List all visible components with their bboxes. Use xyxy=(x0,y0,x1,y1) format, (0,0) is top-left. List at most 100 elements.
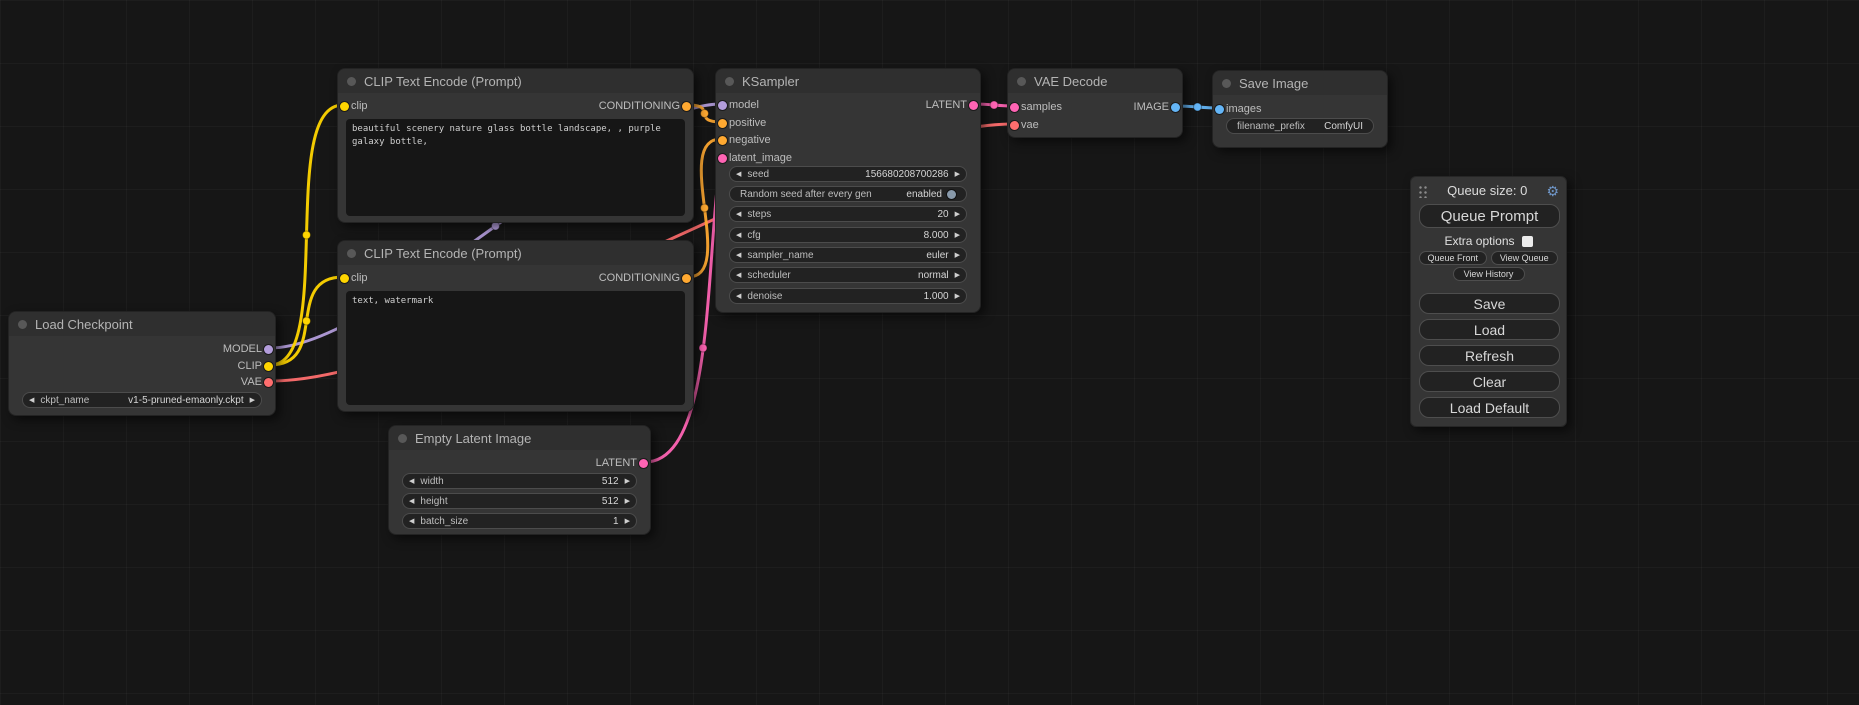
ckpt-name-widget[interactable]: ◀ ckpt_name v1-5-pruned-emaonly.ckpt ▶ xyxy=(22,392,262,408)
input-slot-images-label: images xyxy=(1226,101,1261,117)
scheduler-widget[interactable]: ◀ scheduler normal ▶ xyxy=(729,267,967,283)
next-value-arrow-icon[interactable]: ▶ xyxy=(955,252,960,259)
latent-output-port[interactable] xyxy=(639,459,648,468)
positive-input-port[interactable] xyxy=(718,119,727,128)
clip-input-port[interactable] xyxy=(340,102,349,111)
toggle-indicator-icon[interactable] xyxy=(947,190,956,199)
model-output-port[interactable] xyxy=(264,345,273,354)
vae-input-port[interactable] xyxy=(1010,121,1019,130)
steps-widget[interactable]: ◀ steps 20 ▶ xyxy=(729,206,967,222)
negative-input-port[interactable] xyxy=(718,136,727,145)
node-title-bar[interactable]: Load Checkpoint xyxy=(9,312,275,336)
output-slot-clip-label: CLIP xyxy=(238,358,262,374)
node-ksampler[interactable]: KSampler model positive negative latent_… xyxy=(715,68,981,313)
next-value-arrow-icon[interactable]: ▶ xyxy=(250,397,255,404)
load-button[interactable]: Load xyxy=(1419,319,1560,340)
increment-arrow-icon[interactable]: ▶ xyxy=(955,232,960,239)
load-default-button[interactable]: Load Default xyxy=(1419,397,1560,418)
settings-gear-icon[interactable]: ⚙ xyxy=(1546,184,1559,198)
link-midpoint-dot xyxy=(701,204,709,212)
decrement-arrow-icon[interactable]: ◀ xyxy=(409,518,414,525)
queue-prompt-button[interactable]: Queue Prompt xyxy=(1419,204,1560,228)
decrement-arrow-icon[interactable]: ◀ xyxy=(409,478,414,485)
prev-value-arrow-icon[interactable]: ◀ xyxy=(736,252,741,259)
decrement-arrow-icon[interactable]: ◀ xyxy=(736,232,741,239)
node-title-bar[interactable]: Save Image xyxy=(1213,71,1387,95)
images-input-port[interactable] xyxy=(1215,105,1224,114)
link-midpoint-dot xyxy=(699,344,707,352)
node-title-bar[interactable]: Empty Latent Image xyxy=(389,426,650,450)
node-title-bar[interactable]: KSampler xyxy=(716,69,980,93)
node-vae-decode[interactable]: VAE Decode samples vae IMAGE xyxy=(1007,68,1183,138)
queue-front-button[interactable]: Queue Front xyxy=(1419,251,1487,265)
sampler-name-widget[interactable]: ◀ sampler_name euler ▶ xyxy=(729,247,967,263)
collapse-dot-icon[interactable] xyxy=(725,77,734,86)
collapse-dot-icon[interactable] xyxy=(398,434,407,443)
batch-size-widget[interactable]: ◀ batch_size 1 ▶ xyxy=(402,513,637,529)
height-widget[interactable]: ◀ height 512 ▶ xyxy=(402,493,637,509)
extra-options-checkbox[interactable] xyxy=(1522,236,1533,247)
input-slot-samples-label: samples xyxy=(1021,99,1062,115)
model-input-port[interactable] xyxy=(718,101,727,110)
input-slot-model-label: model xyxy=(729,97,759,113)
denoise-widget[interactable]: ◀ denoise 1.000 ▶ xyxy=(729,288,967,304)
input-slot-latent-image-label: latent_image xyxy=(729,150,792,166)
increment-arrow-icon[interactable]: ▶ xyxy=(625,498,630,505)
input-slot-clip-label: clip xyxy=(351,270,368,286)
node-clip-text-encode-positive[interactable]: CLIP Text Encode (Prompt) clip CONDITION… xyxy=(337,68,694,223)
conditioning-output-port[interactable] xyxy=(682,274,691,283)
width-widget[interactable]: ◀ width 512 ▶ xyxy=(402,473,637,489)
node-title-bar[interactable]: CLIP Text Encode (Prompt) xyxy=(338,241,693,265)
increment-arrow-icon[interactable]: ▶ xyxy=(955,171,960,178)
collapse-dot-icon[interactable] xyxy=(1222,79,1231,88)
decrement-arrow-icon[interactable]: ◀ xyxy=(736,293,741,300)
extra-options-label: Extra options xyxy=(1444,234,1514,248)
collapse-dot-icon[interactable] xyxy=(347,249,356,258)
output-slot-conditioning-label: CONDITIONING xyxy=(599,270,680,286)
output-slot-latent-label: LATENT xyxy=(926,97,967,113)
latent-output-port[interactable] xyxy=(969,101,978,110)
increment-arrow-icon[interactable]: ▶ xyxy=(625,518,630,525)
save-button[interactable]: Save xyxy=(1419,293,1560,314)
prev-value-arrow-icon[interactable]: ◀ xyxy=(736,272,741,279)
cfg-widget[interactable]: ◀ cfg 8.000 ▶ xyxy=(729,227,967,243)
graph-canvas[interactable]: Load Checkpoint MODEL CLIP VAE ◀ ckpt_na… xyxy=(0,0,1859,705)
node-load-checkpoint[interactable]: Load Checkpoint MODEL CLIP VAE ◀ ckpt_na… xyxy=(8,311,276,416)
input-slot-positive-label: positive xyxy=(729,115,766,131)
view-queue-button[interactable]: View Queue xyxy=(1491,251,1559,265)
increment-arrow-icon[interactable]: ▶ xyxy=(955,211,960,218)
negative-prompt-textarea[interactable]: text, watermark xyxy=(346,291,685,405)
drag-handle-icon[interactable] xyxy=(1418,184,1428,198)
conditioning-output-port[interactable] xyxy=(682,102,691,111)
clear-button[interactable]: Clear xyxy=(1419,371,1560,392)
view-history-button[interactable]: View History xyxy=(1453,267,1525,281)
node-empty-latent-image[interactable]: Empty Latent Image LATENT ◀ width 512 ▶ … xyxy=(388,425,651,535)
increment-arrow-icon[interactable]: ▶ xyxy=(625,478,630,485)
increment-arrow-icon[interactable]: ▶ xyxy=(955,293,960,300)
link-midpoint-dot xyxy=(701,110,709,118)
node-title-bar[interactable]: CLIP Text Encode (Prompt) xyxy=(338,69,693,93)
collapse-dot-icon[interactable] xyxy=(347,77,356,86)
samples-input-port[interactable] xyxy=(1010,103,1019,112)
decrement-arrow-icon[interactable]: ◀ xyxy=(409,498,414,505)
clip-input-port[interactable] xyxy=(340,274,349,283)
collapse-dot-icon[interactable] xyxy=(1017,77,1026,86)
random-seed-toggle-widget[interactable]: Random seed after every gen enabled xyxy=(729,186,967,202)
node-title-bar[interactable]: VAE Decode xyxy=(1008,69,1182,93)
node-title: Load Checkpoint xyxy=(35,317,133,332)
seed-widget[interactable]: ◀ seed 156680208700286 ▶ xyxy=(729,166,967,182)
positive-prompt-textarea[interactable]: beautiful scenery nature glass bottle la… xyxy=(346,119,685,216)
next-value-arrow-icon[interactable]: ▶ xyxy=(955,272,960,279)
latent-image-input-port[interactable] xyxy=(718,154,727,163)
decrement-arrow-icon[interactable]: ◀ xyxy=(736,171,741,178)
filename-prefix-widget[interactable]: filename_prefix ComfyUI xyxy=(1226,118,1374,134)
collapse-dot-icon[interactable] xyxy=(18,320,27,329)
vae-output-port[interactable] xyxy=(264,378,273,387)
prev-value-arrow-icon[interactable]: ◀ xyxy=(29,397,34,404)
clip-output-port[interactable] xyxy=(264,362,273,371)
node-save-image[interactable]: Save Image images filename_prefix ComfyU… xyxy=(1212,70,1388,148)
refresh-button[interactable]: Refresh xyxy=(1419,345,1560,366)
image-output-port[interactable] xyxy=(1171,103,1180,112)
node-clip-text-encode-negative[interactable]: CLIP Text Encode (Prompt) clip CONDITION… xyxy=(337,240,694,412)
decrement-arrow-icon[interactable]: ◀ xyxy=(736,211,741,218)
